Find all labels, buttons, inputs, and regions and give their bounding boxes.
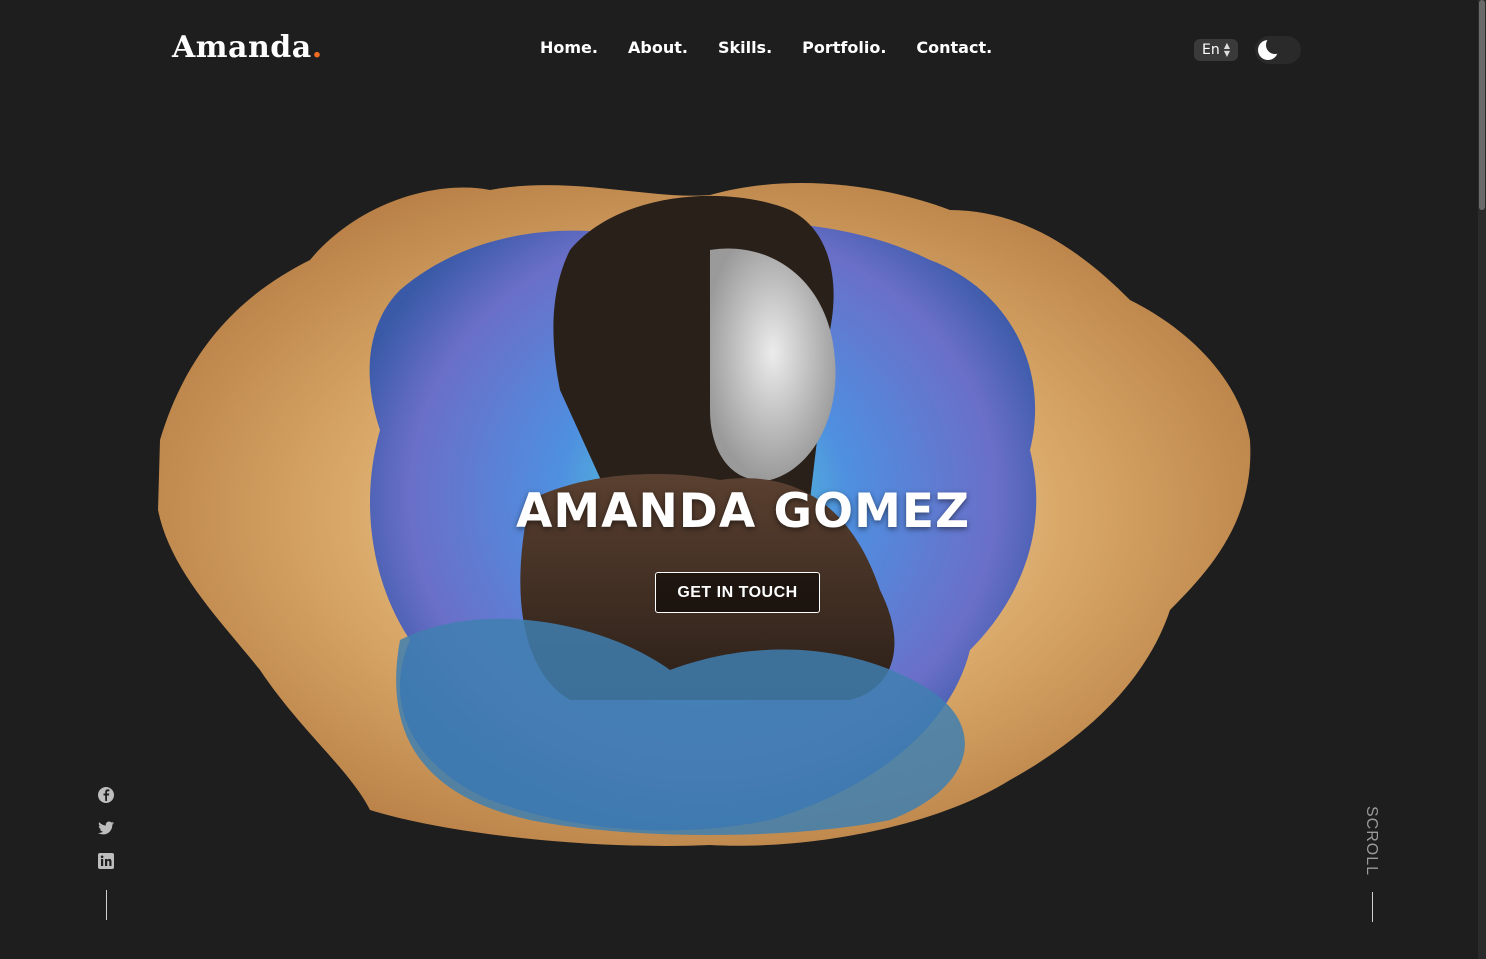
scroll-line (1372, 892, 1373, 922)
facebook-icon[interactable] (97, 786, 115, 804)
get-in-touch-button[interactable]: GET IN TOUCH (655, 572, 820, 613)
language-value: En (1202, 42, 1220, 58)
logo-text: Amanda (172, 30, 312, 65)
linkedin-icon[interactable] (97, 852, 115, 870)
hero-name: AMANDA GOMEZ (515, 484, 971, 539)
social-divider-line (106, 890, 107, 920)
twitter-icon[interactable] (97, 819, 115, 837)
nav-home[interactable]: Home. (540, 38, 598, 57)
scrollbar-thumb[interactable] (1479, 0, 1485, 210)
nav-portfolio[interactable]: Portfolio. (802, 38, 886, 57)
site-logo[interactable]: Amanda. (172, 30, 323, 65)
nav-contact[interactable]: Contact. (916, 38, 992, 57)
scroll-indicator[interactable]: SCROLL (1362, 806, 1380, 876)
nav-skills[interactable]: Skills. (718, 38, 772, 57)
nav-about[interactable]: About. (628, 38, 688, 57)
select-arrows-icon: ▲ ▼ (1223, 41, 1230, 58)
theme-toggle[interactable] (1255, 36, 1301, 64)
social-links (97, 786, 115, 870)
page-scrollbar[interactable] (1478, 0, 1486, 959)
logo-dot: . (311, 30, 323, 65)
moon-icon (1258, 36, 1284, 60)
main-nav: Home. About. Skills. Portfolio. Contact. (540, 38, 992, 57)
language-select[interactable]: En ▲ ▼ (1194, 39, 1238, 61)
